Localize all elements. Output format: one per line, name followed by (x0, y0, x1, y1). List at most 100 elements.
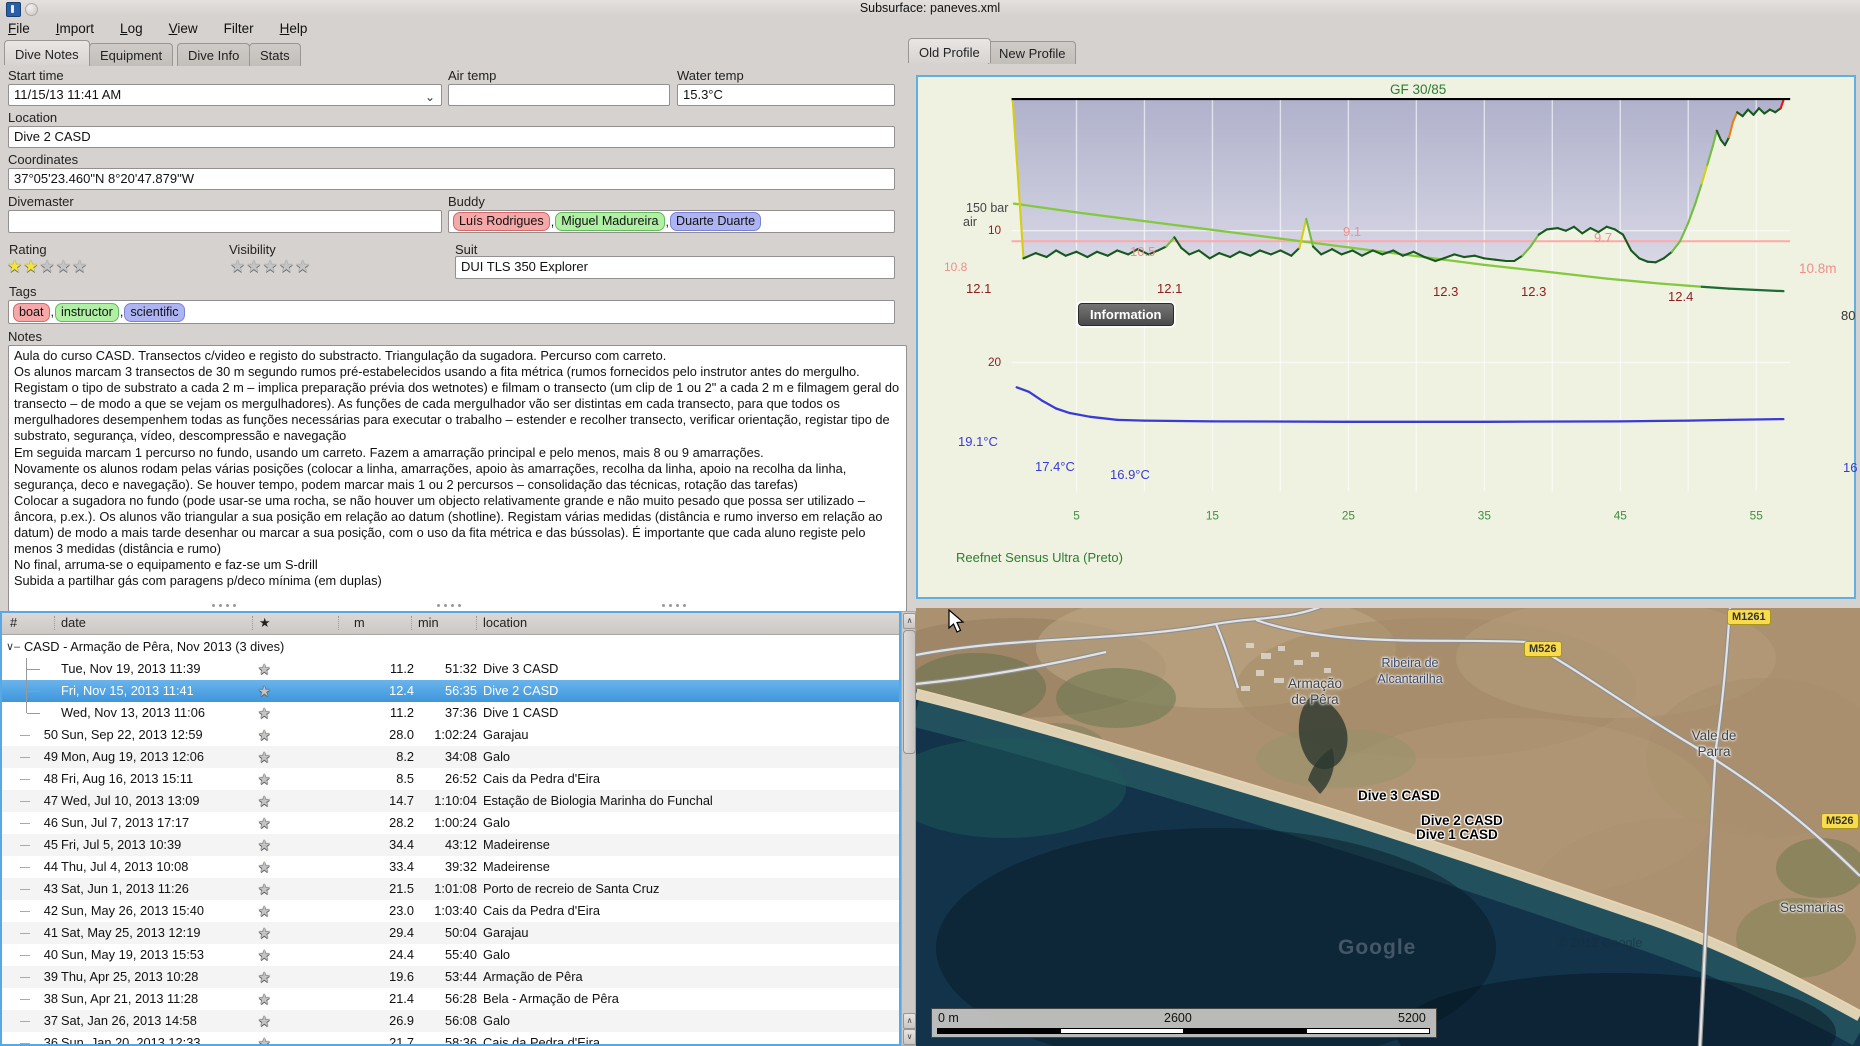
mean-depth-label-right: 10.8m (1799, 261, 1837, 276)
scroll-up-button[interactable]: ∧ (903, 613, 916, 629)
tag-pill[interactable]: scientific (124, 302, 185, 322)
dive-list-header[interactable]: # date ★ m min location (2, 613, 899, 635)
tab-stats[interactable]: Stats (249, 43, 301, 66)
col-header-depth[interactable]: m (354, 615, 365, 630)
scale-label: 0 m (938, 1011, 959, 1025)
dive-row[interactable]: 39 Thu, Apr 25, 2013 10:28 ★ ★ ★ ★ ★ 19.6 53:44 A… (2, 966, 899, 988)
location-input[interactable]: Dive 2 CASD (8, 126, 895, 148)
tag-pill[interactable]: Miguel Madureira (555, 212, 665, 231)
road-shield: M526 (1821, 813, 1859, 829)
tags-input[interactable]: boat, instructor, scientific (8, 300, 895, 324)
map-scale-bar: 0 m 2600 5200 (931, 1008, 1437, 1038)
col-header-duration[interactable]: min (418, 615, 439, 630)
depth-label-min: 9.1 (1343, 224, 1362, 239)
tag-pill[interactable]: boat (13, 302, 50, 322)
dive-list-scrollbar[interactable]: ∧ ∧ ∨ (901, 611, 916, 1046)
menu-view[interactable]: View (169, 21, 198, 36)
splitter-handle[interactable] (662, 603, 688, 607)
splitter-handle[interactable] (437, 603, 463, 607)
map-copyright: © 2013 Google (1558, 936, 1643, 950)
tag-pill[interactable]: Duarte Duarte (670, 212, 762, 231)
col-header-rating[interactable]: ★ (259, 615, 270, 631)
visibility-stars[interactable]: ★★★★★ (230, 257, 311, 277)
star-icon: ★ (258, 859, 271, 875)
buddy-input[interactable]: Luís Rodrigues, Miguel Madureira, Duarte D… (448, 210, 895, 233)
dive-site-label: Dive 1 CASD (1416, 827, 1498, 842)
star-icon: ★ (23, 257, 40, 276)
dive-row[interactable]: 37 Sat, Jan 26, 2013 14:58 ★ ★ ★ ★ ★ 26.9 56:08 G… (2, 1010, 899, 1032)
dive-row[interactable]: 50 Sun, Sep 22, 2013 12:59 ★ ★ ★ ★ ★ 28.0 1:02:2… (2, 724, 899, 746)
information-button[interactable]: Information (1078, 303, 1174, 326)
dive-row[interactable]: 46 Sun, Jul 7, 2013 17:17 ★ ★ ★ ★ ★ 28.2 1:00:24… (2, 812, 899, 834)
menu-log[interactable]: Log (120, 21, 143, 36)
tab-old-profile[interactable]: Old Profile (908, 38, 991, 63)
tab-new-profile[interactable]: New Profile (988, 41, 1077, 64)
dive-site-label: Dive 3 CASD (1358, 788, 1440, 803)
scroll-down-button[interactable]: ∨ (903, 1029, 916, 1045)
dive-row[interactable]: 49 Mon, Aug 19, 2013 12:06 ★ ★ ★ ★ ★ 8.2 34:08 Ga… (2, 746, 899, 768)
scrollbar-thumb[interactable] (903, 630, 916, 754)
visibility-label: Visibility (229, 242, 276, 257)
star-icon: ★ (246, 257, 263, 276)
air-temp-input[interactable] (448, 84, 670, 106)
star-icon: ★ (258, 683, 271, 699)
dive-row[interactable]: 47 Wed, Jul 10, 2013 13:09 ★ ★ ★ ★ ★ 14.7 1:10:0… (2, 790, 899, 812)
star-icon: ★ (258, 661, 271, 677)
dive-profile-chart[interactable]: 5 15 25 35 45 55 10 20 (916, 75, 1856, 599)
dive-row[interactable]: 41 Sat, May 25, 2013 12:19 ★ ★ ★ ★ ★ 29.4 50:04 G… (2, 922, 899, 944)
scroll-up-button[interactable]: ∧ (903, 1013, 916, 1029)
dive-row[interactable]: Wed, Nov 13, 2013 11:06 ★ ★ ★ ★ ★ 11.2 37:36 Div… (2, 702, 899, 724)
tag-pill[interactable]: instructor (55, 302, 119, 322)
splitter-handle[interactable] (212, 603, 238, 607)
dive-row[interactable]: 38 Sun, Apr 21, 2013 11:28 ★ ★ ★ ★ ★ 21.4 56:28 B… (2, 988, 899, 1010)
star-icon: ★ (258, 969, 271, 985)
tab-dive-notes[interactable]: Dive Notes (4, 40, 90, 65)
dive-row[interactable]: 40 Sun, May 19, 2013 15:53 ★ ★ ★ ★ ★ 24.4 55:40 G… (2, 944, 899, 966)
dive-row[interactable]: 36 Sun, Jan 20, 2013 12:33 ★ ★ ★ ★ ★ 21.7 58:36 C… (2, 1032, 899, 1044)
svg-text:35: 35 (1478, 508, 1492, 522)
dive-row[interactable]: Tue, Nov 19, 2013 11:39 ★ ★ ★ ★ ★ 11.2 51:32 Div… (2, 658, 899, 680)
rating-stars[interactable]: ★★★★★ (7, 257, 88, 277)
map-panel[interactable]: Armação de Pêra Ribeira de Alcantarilha Va… (916, 608, 1860, 1046)
scale-label: 2600 (1164, 1011, 1192, 1025)
title-bar[interactable]: Subsurface: paneves.xml (0, 0, 1860, 17)
air-temp-label: Air temp (448, 68, 497, 83)
star-icon: ★ (258, 837, 271, 853)
dive-row[interactable]: 43 Sat, Jun 1, 2013 11:26 ★ ★ ★ ★ ★ 21.5 1:01:08… (2, 878, 899, 900)
menu-import[interactable]: Import (56, 21, 94, 36)
col-header-number[interactable]: # (10, 615, 17, 630)
dive-group-row[interactable]: ∨– CASD - Armação de Pêra, Nov 2013 (3 d… (2, 636, 899, 658)
dive-row[interactable]: 42 Sun, May 26, 2013 15:40 ★ ★ ★ ★ ★ 23.0 1:03:4… (2, 900, 899, 922)
tab-equipment[interactable]: Equipment (89, 43, 174, 66)
dive-row-selected[interactable]: Fri, Nov 15, 2013 11:41 ★ ★ ★ ★ ★ 12.4 56:35 Div… (2, 680, 899, 702)
notes-textarea[interactable]: Aula do curso CASD. Transectos c/video e… (8, 345, 907, 612)
buddy-label: Buddy (448, 194, 485, 209)
col-header-date[interactable]: date (61, 615, 86, 630)
tag-pill[interactable]: Luís Rodrigues (453, 212, 550, 231)
tree-branch-icon (26, 658, 41, 680)
location-label: Location (8, 110, 58, 125)
svg-text:15: 15 (1206, 508, 1220, 522)
collapse-arrow-icon[interactable]: ∨– (6, 636, 20, 658)
chevron-down-icon[interactable]: ⌄ (425, 87, 435, 105)
water-temp-input[interactable]: 15.3°C (677, 84, 895, 106)
dive-computer-label: Reefnet Sensus Ultra (Preto) (956, 550, 1123, 565)
menu-filter[interactable]: Filter (224, 21, 254, 36)
menu-bar: File Import Log View Filter Help (0, 16, 1860, 40)
divemaster-input[interactable] (8, 210, 442, 233)
suit-input[interactable]: DUI TLS 350 Explorer (455, 256, 895, 279)
dive-row[interactable]: 44 Thu, Jul 4, 2013 10:08 ★ ★ ★ ★ ★ 33.4 39:32 Ma… (2, 856, 899, 878)
mouse-cursor (948, 609, 965, 633)
col-header-location[interactable]: location (483, 615, 527, 630)
pressure-start-label: 150 bar (966, 201, 1009, 215)
dive-row[interactable]: 45 Fri, Jul 5, 2013 10:39 ★ ★ ★ ★ ★ 34.4 43:12 Ma… (2, 834, 899, 856)
start-time-combo[interactable]: 11/15/13 11:41 AM ⌄ (8, 84, 442, 106)
star-icon: ★ (7, 257, 24, 276)
coordinates-label: Coordinates (8, 152, 79, 167)
menu-file[interactable]: File (8, 21, 30, 36)
coordinates-input[interactable]: 37°05'23.460"N 8°20'47.879"W (8, 168, 895, 190)
menu-help[interactable]: Help (280, 21, 308, 36)
tab-dive-info[interactable]: Dive Info (177, 43, 251, 66)
dive-list[interactable]: # date ★ m min location ∨– CASD - Armaçã… (0, 611, 901, 1046)
dive-row[interactable]: 48 Fri, Aug 16, 2013 15:11 ★ ★ ★ ★ ★ 8.5 26:52 Ca… (2, 768, 899, 790)
